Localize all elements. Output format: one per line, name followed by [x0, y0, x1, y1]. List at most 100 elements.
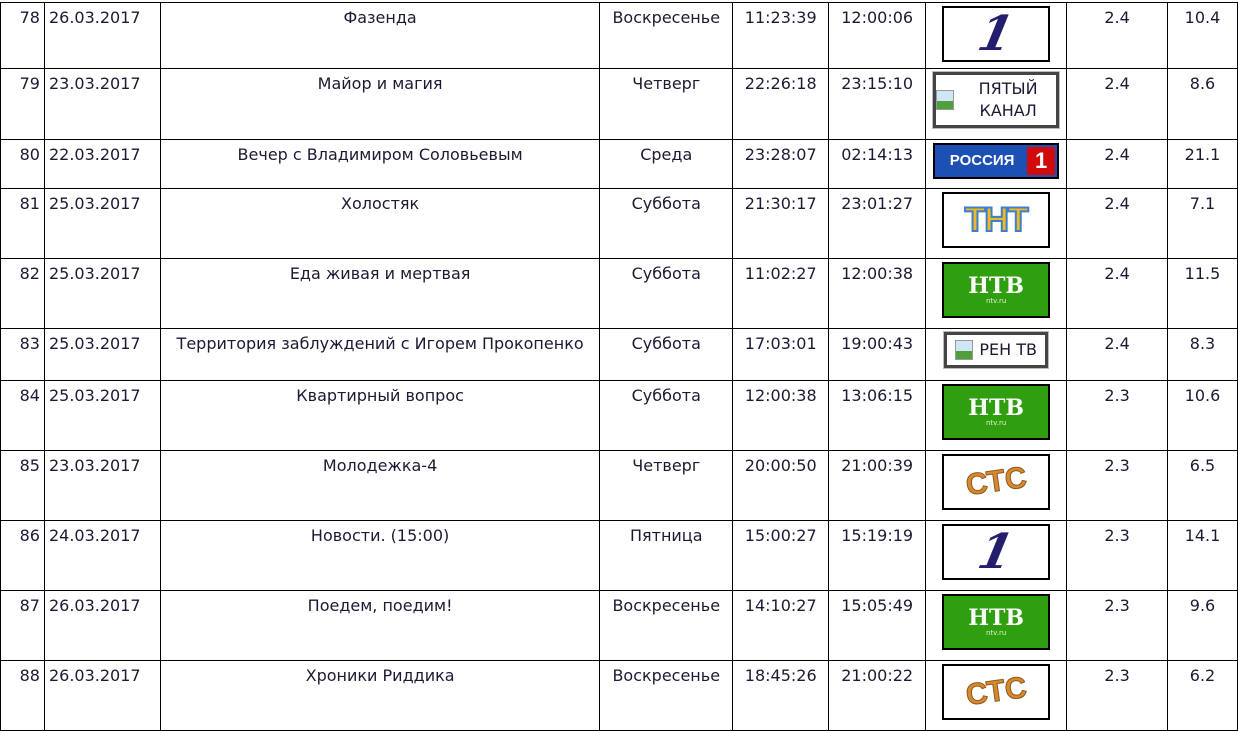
channel-cell: 1 [925, 520, 1068, 591]
channel-logo-ntv[interactable]: НТВ ntv.ru [942, 384, 1051, 440]
end-time: 21:00:22 [828, 660, 927, 731]
end-time: 15:19:19 [828, 520, 927, 591]
air-date: 26.03.2017 [43, 590, 161, 661]
share: 8.3 [1166, 328, 1238, 381]
start-time: 21:30:17 [732, 188, 830, 259]
channel-cell: СТС [925, 450, 1068, 521]
logo-subtext: ntv.ru [985, 297, 1007, 305]
end-time: 15:05:49 [828, 590, 927, 661]
air-date: 26.03.2017 [43, 660, 161, 731]
air-date: 25.03.2017 [43, 328, 161, 381]
table-row: 87 26.03.2017 Поедем, поедим! Воскресенье 14… [0, 590, 1238, 661]
share: 10.4 [1166, 2, 1238, 69]
weekday: Среда [599, 139, 734, 189]
logo-subtext: ntv.ru [985, 629, 1007, 637]
rating: 2.4 [1066, 188, 1168, 259]
start-time: 15:00:27 [732, 520, 830, 591]
rating: 2.3 [1066, 450, 1168, 521]
logo-text: РОССИЯ [949, 152, 1015, 169]
start-time: 14:10:27 [732, 590, 830, 661]
rating: 2.4 [1066, 139, 1168, 189]
air-date: 23.03.2017 [43, 450, 161, 521]
channel-logo-perviy[interactable]: 1 [942, 524, 1051, 580]
air-date: 22.03.2017 [43, 139, 161, 189]
rating: 2.3 [1066, 590, 1168, 661]
rating: 2.4 [1066, 68, 1168, 140]
start-time: 20:00:50 [732, 450, 830, 521]
share: 10.6 [1166, 380, 1238, 451]
channel-cell: СТС [925, 660, 1068, 731]
row-number: 86 [0, 520, 45, 591]
rating: 2.3 [1066, 660, 1168, 731]
broken-image-icon [936, 90, 955, 110]
channel-cell: РОССИЯ 1 [925, 139, 1068, 189]
share: 6.2 [1166, 660, 1238, 731]
channel-logo-tnt[interactable]: ТНТ [942, 192, 1051, 248]
channel-cell: 1 [925, 2, 1068, 69]
row-number: 85 [0, 450, 45, 521]
channel-cell: НТВ ntv.ru [925, 258, 1068, 329]
program-title: Поедем, поедим! [159, 590, 601, 661]
ratings-table: 78 26.03.2017 Фазенда Воскресенье 11:23:39 12… [0, 2, 1238, 731]
program-title: Вечер с Владимиром Соловьевым [159, 139, 601, 189]
image-alt-text: РЕН ТВ [979, 340, 1037, 359]
channel-cell: РЕН ТВ [925, 328, 1068, 381]
channel-logo-sts[interactable]: СТС [942, 664, 1051, 720]
weekday: Четверг [599, 450, 734, 521]
share: 14.1 [1166, 520, 1238, 591]
weekday: Воскресенье [599, 660, 734, 731]
logo-text: ТНТ [964, 201, 1030, 239]
rating: 2.4 [1066, 2, 1168, 69]
rating: 2.4 [1066, 328, 1168, 381]
table-row: 79 23.03.2017 Майор и магия Четверг 22:26:18… [0, 68, 1238, 140]
table-row: 82 25.03.2017 Еда живая и мертвая Суббота 11… [0, 258, 1238, 329]
broken-image-icon [955, 340, 974, 360]
table-row: 88 26.03.2017 Хроники Риддика Воскресенье 18… [0, 660, 1238, 731]
air-date: 23.03.2017 [43, 68, 161, 140]
row-number: 81 [0, 188, 45, 259]
channel-cell: ТНТ [925, 188, 1068, 259]
program-title: Майор и магия [159, 68, 601, 140]
start-time: 11:23:39 [732, 2, 830, 69]
logo-text: СТС [963, 460, 1029, 503]
share: 11.5 [1166, 258, 1238, 329]
row-number: 79 [0, 68, 45, 140]
end-time: 02:14:13 [828, 139, 927, 189]
rating: 2.3 [1066, 380, 1168, 451]
table-row: 78 26.03.2017 Фазенда Воскресенье 11:23:39 12… [0, 2, 1238, 69]
share: 8.6 [1166, 68, 1238, 140]
channel-logo-ntv[interactable]: НТВ ntv.ru [942, 262, 1051, 318]
start-time: 18:45:26 [732, 660, 830, 731]
channel-cell: НТВ ntv.ru [925, 380, 1068, 451]
table-row: 81 25.03.2017 Холостяк Суббота 21:30:17 23:01… [0, 188, 1238, 259]
air-date: 25.03.2017 [43, 380, 161, 451]
row-number: 88 [0, 660, 45, 731]
air-date: 24.03.2017 [43, 520, 161, 591]
channel-logo-sts[interactable]: СТС [942, 454, 1051, 510]
table-row: 86 24.03.2017 Новости. (15:00) Пятница 15:00… [0, 520, 1238, 591]
table-row: 80 22.03.2017 Вечер с Владимиром Соловьевы… [0, 139, 1238, 189]
start-time: 17:03:01 [732, 328, 830, 381]
row-number: 82 [0, 258, 45, 329]
start-time: 23:28:07 [732, 139, 830, 189]
program-title: Еда живая и мертвая [159, 258, 601, 329]
end-time: 23:01:27 [828, 188, 927, 259]
row-number: 84 [0, 380, 45, 451]
start-time: 11:02:27 [732, 258, 830, 329]
end-time: 19:00:43 [828, 328, 927, 381]
end-time: 12:00:06 [828, 2, 927, 69]
weekday: Суббота [599, 328, 734, 381]
program-title: Холостяк [159, 188, 601, 259]
channel-logo-russia-1[interactable]: РОССИЯ 1 [933, 143, 1060, 179]
program-title: Молодежка-4 [159, 450, 601, 521]
end-time: 12:00:38 [828, 258, 927, 329]
channel-logo-ntv[interactable]: НТВ ntv.ru [942, 594, 1051, 650]
air-date: 25.03.2017 [43, 188, 161, 259]
share: 7.1 [1166, 188, 1238, 259]
share: 6.5 [1166, 450, 1238, 521]
program-title: Новости. (15:00) [159, 520, 601, 591]
channel-logo-perviy[interactable]: 1 [942, 6, 1051, 62]
channel-logo-broken-image[interactable]: РЕН ТВ [943, 331, 1050, 369]
channel-logo-broken-image[interactable]: ПЯТЫЙ КАНАЛ [932, 71, 1061, 129]
table-row: 85 23.03.2017 Молодежка-4 Четверг 20:00:50 21… [0, 450, 1238, 521]
